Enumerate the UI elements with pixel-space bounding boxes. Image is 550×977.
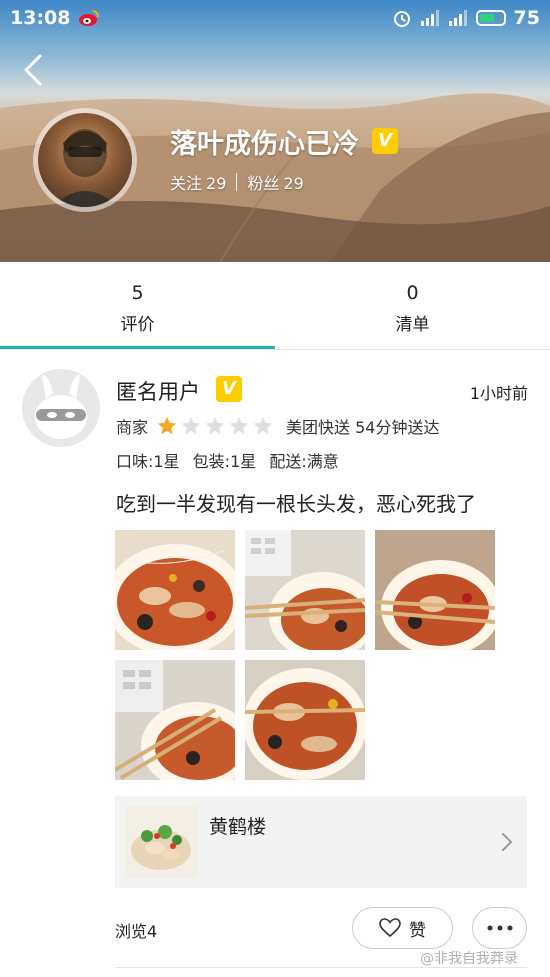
star-icon: [205, 416, 225, 435]
weibo-icon: [79, 10, 100, 26]
status-bar: 13:08 75: [0, 0, 550, 36]
like-label: 赞: [409, 920, 426, 941]
signal-icon: [420, 10, 439, 26]
merchant-rating-row: 商家 美团快送 54分钟送达: [116, 414, 439, 438]
signal-icon: [448, 10, 467, 26]
tab-lists-count: 0: [406, 282, 419, 304]
star-icon: [229, 416, 249, 435]
tab-bar: 5 评价 0 清单: [0, 262, 550, 350]
review-photo[interactable]: [375, 530, 495, 650]
reviewer-avatar[interactable]: [22, 369, 100, 447]
following-stat[interactable]: 关注 29: [170, 170, 226, 194]
review-photo[interactable]: [245, 660, 365, 780]
tab-reviews-count: 5: [131, 282, 144, 304]
tab-lists-label: 清单: [395, 315, 430, 335]
battery-icon: [475, 10, 506, 26]
like-button[interactable]: 赞: [352, 907, 453, 949]
fans-stat[interactable]: 粉丝 29: [247, 170, 303, 194]
profile-stats: 关注 29 粉丝 29: [170, 170, 304, 194]
review-time: 1小时前: [469, 384, 528, 403]
merchant-label: 商家: [116, 418, 149, 437]
more-icon: [487, 925, 512, 931]
alarm-icon: [393, 11, 410, 27]
avatar-photo: [38, 113, 132, 207]
star-icon: [181, 416, 201, 435]
profile-name: 落叶成伤心已冷: [170, 129, 359, 160]
divider: [115, 967, 527, 968]
back-button[interactable]: [18, 52, 48, 88]
chevron-right-icon: [502, 833, 513, 851]
sub-ratings: 口味:1星 包装:1星 配送:满意: [116, 448, 347, 472]
tab-lists[interactable]: 0 清单: [275, 262, 550, 348]
following-count: 29: [206, 174, 227, 193]
reviewer-name: 匿名用户: [116, 380, 200, 404]
packaging-rating: 包装:1星: [192, 452, 257, 471]
tab-reviews[interactable]: 5 评价: [0, 262, 275, 348]
profile-avatar[interactable]: [33, 108, 137, 212]
watermark: @非我自我莽录: [420, 951, 518, 967]
following-label: 关注: [170, 174, 203, 193]
star-rating: [156, 415, 274, 437]
profile-header: 13:08 75 落叶成伤心已冷 V 关注 29 粉丝 29: [0, 0, 550, 262]
restaurant-card[interactable]: 黄鹤楼: [115, 796, 527, 888]
restaurant-thumbnail: [125, 806, 197, 878]
review-photo[interactable]: [115, 660, 235, 780]
delivery-rating: 配送:满意: [269, 452, 339, 471]
delivery-info: 美团快送 54分钟送达: [286, 418, 440, 437]
taste-rating: 口味:1星: [116, 452, 180, 471]
stats-divider: [236, 173, 238, 191]
verified-badge: V: [216, 376, 242, 402]
status-time: 13:08: [10, 7, 71, 29]
anonymous-avatar-icon: [35, 374, 87, 439]
tab-reviews-label: 评价: [120, 315, 155, 335]
star-icon: [253, 416, 273, 435]
verified-badge: V: [372, 128, 398, 154]
review-text: 吃到一半发现有一根长头发，恶心死我了: [116, 492, 476, 516]
review-photo[interactable]: [115, 530, 235, 650]
fans-count: 29: [283, 174, 304, 193]
heart-icon: [379, 918, 401, 938]
review-photo[interactable]: [245, 530, 365, 650]
battery-level: 75: [513, 7, 540, 29]
tab-active-indicator: [0, 346, 275, 349]
star-icon: [157, 416, 177, 435]
fans-label: 粉丝: [247, 174, 280, 193]
views-count: 浏览4: [115, 922, 158, 941]
more-options-button[interactable]: [472, 907, 527, 949]
restaurant-name: 黄鹤楼: [209, 816, 267, 838]
